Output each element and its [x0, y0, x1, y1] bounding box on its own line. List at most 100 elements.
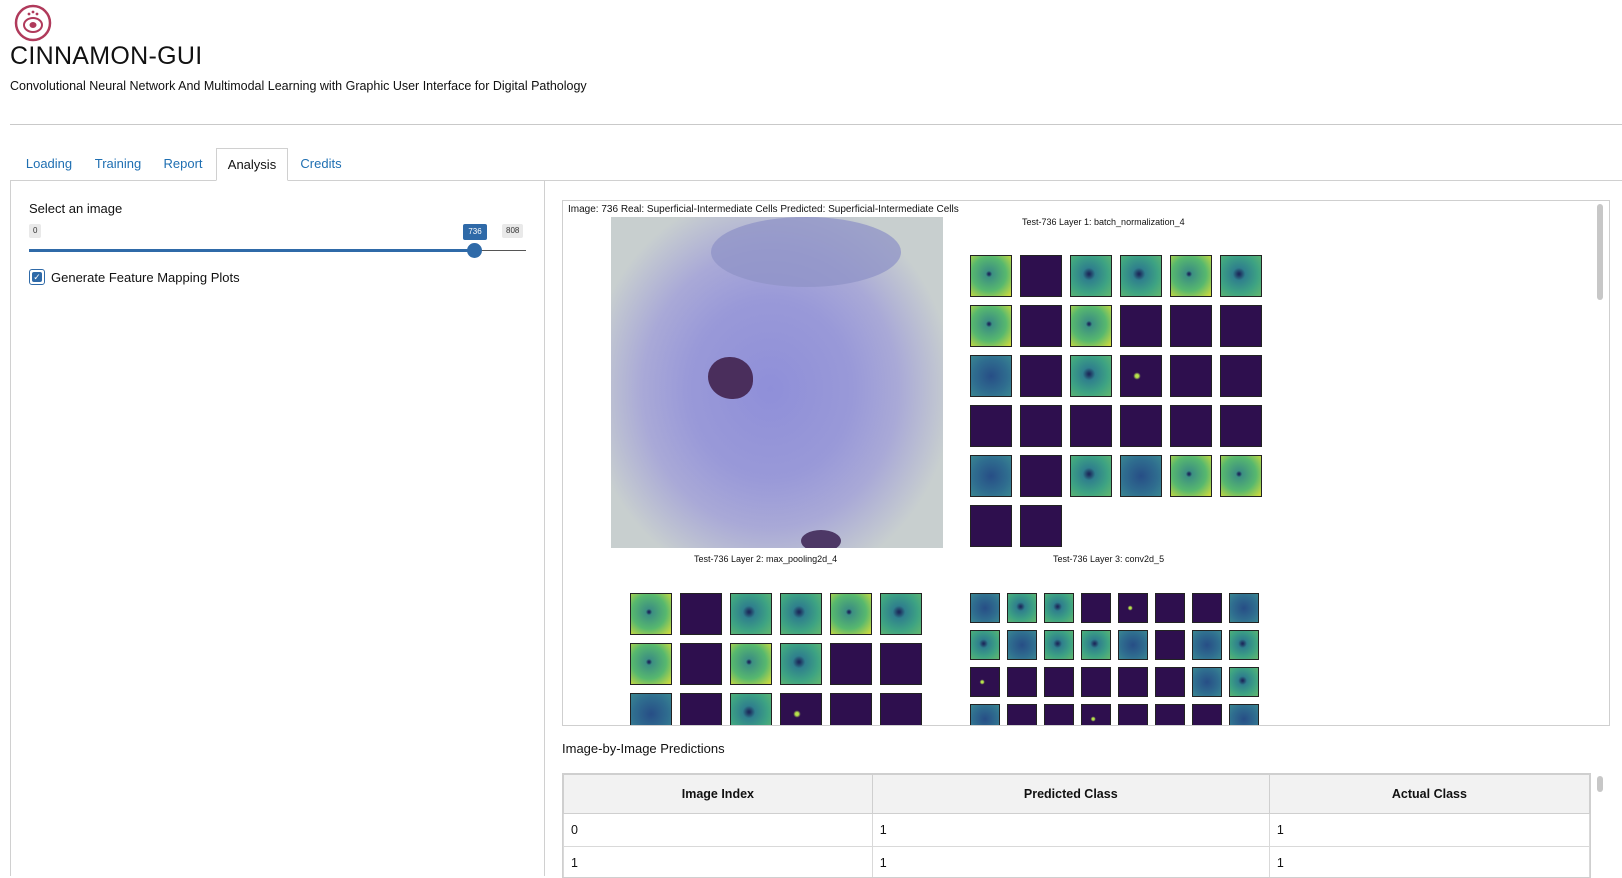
slider-max-label: 808 [502, 224, 523, 238]
feature-map-tile [830, 593, 872, 635]
column-header-image-index[interactable]: Image Index [564, 775, 873, 814]
feature-map-tile [880, 643, 922, 685]
feature-map-tile [1070, 255, 1112, 297]
feature-map-tile [880, 693, 922, 726]
cinnamon-logo-icon [14, 3, 52, 43]
column-header-actual-class[interactable]: Actual Class [1269, 775, 1589, 814]
app-title: CINNAMON-GUI [10, 42, 202, 71]
feature-map-tile [1020, 405, 1062, 447]
feature-map-tile [1229, 630, 1259, 660]
feature-map-tile [970, 255, 1012, 297]
tab-analysis[interactable]: Analysis [216, 148, 288, 181]
feature-map-tile [1020, 455, 1062, 497]
cell-image [611, 217, 943, 548]
tab-training[interactable]: Training [90, 148, 146, 180]
feature-map-plot: Image: 736 Real: Superficial-Intermediat… [562, 200, 1610, 726]
cell-nucleus [708, 357, 753, 399]
app-subtitle: Convolutional Neural Network And Multimo… [10, 79, 587, 93]
predictions-table: Image Index Predicted Class Actual Class… [563, 774, 1590, 878]
table-cell: 1 [872, 847, 1269, 878]
table-row: 1 1 1 [564, 847, 1590, 878]
feature-map-tile [730, 593, 772, 635]
feature-map-tile [1020, 255, 1062, 297]
feature-mapping-label[interactable]: Generate Feature Mapping Plots [51, 270, 240, 285]
feature-map-tile [970, 355, 1012, 397]
feature-map-tile [1081, 630, 1111, 660]
feature-map-tile [1192, 704, 1222, 726]
feature-map-tile [1070, 305, 1112, 347]
slider-handle[interactable] [467, 243, 482, 258]
feature-map-tile [1081, 593, 1111, 623]
table-cell: 1 [564, 847, 873, 878]
feature-map-tile [1120, 355, 1162, 397]
feature-map-tile [1020, 305, 1062, 347]
feature-mapping-checkbox[interactable]: ✓ [29, 269, 45, 285]
feature-map-tile [1120, 255, 1162, 297]
feature-map-tile [1007, 630, 1037, 660]
feature-map-tile [970, 593, 1000, 623]
feature-map-tile [830, 643, 872, 685]
tab-credits[interactable]: Credits [298, 148, 344, 180]
feature-map-tile [630, 693, 672, 726]
feature-map-tile [1118, 593, 1148, 623]
cell-image-top-region [711, 217, 901, 287]
column-header-predicted-class[interactable]: Predicted Class [872, 775, 1269, 814]
feature-map-tile [780, 593, 822, 635]
feature-map-tile [1229, 593, 1259, 623]
feature-map-tile [970, 305, 1012, 347]
feature-map-tile [970, 704, 1000, 726]
feature-map-tile [1220, 455, 1262, 497]
table-cell: 1 [1269, 847, 1589, 878]
feature-map-tile [680, 693, 722, 726]
feature-map-tile [780, 643, 822, 685]
feature-map-tile [630, 643, 672, 685]
tab-loading[interactable]: Loading [22, 148, 76, 180]
feature-map-tile [1220, 405, 1262, 447]
layer3-title: Test-736 Layer 3: conv2d_5 [1053, 554, 1164, 564]
feature-map-tile [1155, 667, 1185, 697]
feature-map-tile [1229, 667, 1259, 697]
feature-map-tile [880, 593, 922, 635]
feature-map-tile [1118, 667, 1148, 697]
feature-map-tile [830, 693, 872, 726]
predictions-title: Image-by-Image Predictions [562, 741, 725, 756]
feature-map-tile [1192, 630, 1222, 660]
feature-map-tile [1220, 305, 1262, 347]
feature-map-tile [1070, 355, 1112, 397]
feature-map-tile [1118, 704, 1148, 726]
feature-map-tile [1192, 667, 1222, 697]
feature-map-tile [1044, 593, 1074, 623]
feature-map-tile [1192, 593, 1222, 623]
plot-caption: Image: 736 Real: Superficial-Intermediat… [568, 204, 959, 215]
feature-map-tile [1070, 405, 1112, 447]
feature-map-tile [1170, 405, 1212, 447]
cell-image-bottom-region [801, 530, 841, 548]
feature-map-tile [1120, 405, 1162, 447]
table-scrollbar[interactable] [1597, 776, 1603, 792]
feature-map-tile [1170, 305, 1212, 347]
feature-map-tile [1170, 455, 1212, 497]
slider-min-label: 0 [29, 224, 41, 238]
feature-map-tile [1007, 593, 1037, 623]
feature-map-tile [730, 643, 772, 685]
feature-map-tile [1007, 704, 1037, 726]
feature-map-tile [780, 693, 822, 726]
select-image-label: Select an image [29, 201, 122, 216]
feature-map-tile [1044, 704, 1074, 726]
feature-map-tile [1007, 667, 1037, 697]
feature-map-tile [1081, 667, 1111, 697]
feature-map-tile [1220, 355, 1262, 397]
layer2-title: Test-736 Layer 2: max_pooling2d_4 [694, 554, 837, 564]
layer1-title: Test-736 Layer 1: batch_normalization_4 [1022, 217, 1185, 227]
feature-map-tile [1120, 455, 1162, 497]
feature-map-tile [630, 593, 672, 635]
feature-map-tile [1020, 355, 1062, 397]
feature-map-tile [1070, 455, 1112, 497]
feature-map-tile [680, 643, 722, 685]
feature-map-tile [970, 667, 1000, 697]
feature-map-tile [730, 693, 772, 726]
tab-report[interactable]: Report [160, 148, 206, 180]
plot-scrollbar[interactable] [1597, 204, 1603, 300]
header-divider [10, 124, 1622, 125]
slider-value-badge: 736 [463, 224, 487, 240]
